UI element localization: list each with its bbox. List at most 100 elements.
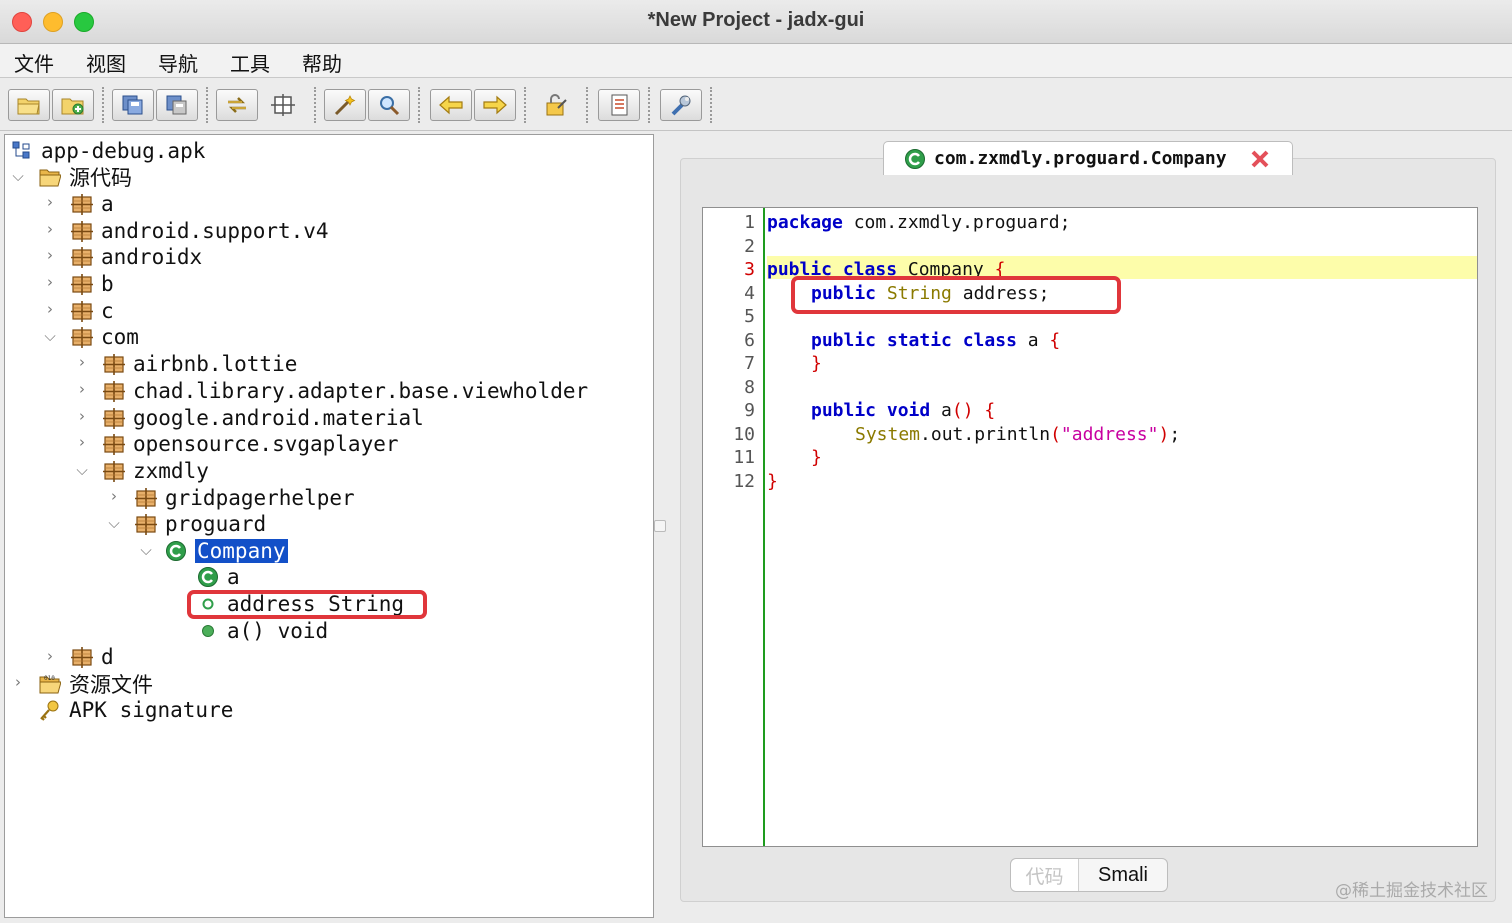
tree-label: 资源文件 — [69, 673, 153, 697]
menu-file[interactable]: 文件 — [14, 48, 54, 77]
package-icon — [71, 326, 93, 348]
tree-label: a() void — [227, 619, 329, 643]
tree-node-package[interactable]: gridpagerhelper — [135, 485, 355, 511]
tree-label: android.support.v4 — [101, 219, 329, 243]
save-all-button[interactable] — [112, 89, 154, 121]
chevron-down-icon[interactable]: ⌵ — [139, 541, 153, 559]
chevron-right-icon[interactable]: › — [75, 433, 89, 451]
code-token: ( — [1050, 424, 1061, 445]
tree-node-signature[interactable]: APK signature — [39, 697, 233, 723]
menu-help[interactable]: 帮助 — [302, 48, 342, 77]
back-button[interactable] — [430, 89, 472, 121]
tree-label: app-debug.apk — [41, 139, 206, 163]
menu-navigation[interactable]: 导航 — [158, 48, 198, 77]
tree-node-package[interactable]: chad.library.adapter.base.viewholder — [103, 378, 588, 404]
tree-node-method[interactable]: a() void — [197, 618, 328, 644]
tree-node-package[interactable]: android.support.v4 — [71, 218, 329, 244]
export-button[interactable] — [156, 89, 198, 121]
chevron-down-icon[interactable]: ⌵ — [11, 167, 25, 185]
chevron-right-icon[interactable]: › — [75, 407, 89, 425]
tree-node-package[interactable]: proguard — [135, 511, 266, 537]
code-token: ) — [1158, 424, 1170, 445]
menu-tools[interactable]: 工具 — [230, 48, 270, 77]
export-icon — [166, 95, 187, 115]
chevron-right-icon[interactable]: › — [43, 220, 57, 238]
tree-node-source[interactable]: 源代码 — [39, 164, 132, 190]
text-search-button[interactable] — [324, 89, 366, 121]
chevron-right-icon[interactable]: › — [75, 353, 89, 371]
class-search-button[interactable] — [368, 89, 410, 121]
tree-label: proguard — [165, 512, 267, 536]
deobfuscation-button[interactable] — [536, 89, 578, 121]
tree-node-resources[interactable]: 010 资源文件 — [39, 671, 153, 697]
tree-node-apk[interactable]: app-debug.apk — [11, 138, 205, 164]
tree-node-package[interactable]: com — [71, 324, 139, 350]
code-line-7: } — [767, 353, 822, 374]
line-number-gutter: 1 2 3 4 5 6 7 8 9 10 11 12 — [703, 208, 765, 846]
add-file-button[interactable] — [52, 89, 94, 121]
tree-node-package[interactable]: google.android.material — [103, 405, 424, 431]
chevron-right-icon[interactable]: › — [43, 300, 57, 318]
toolbar-separator — [586, 87, 588, 123]
menu-view[interactable]: 视图 — [86, 48, 126, 77]
package-icon — [135, 487, 157, 509]
toolbar-separator — [206, 87, 208, 123]
tree-node-package[interactable]: d — [71, 644, 114, 670]
tree-node-package[interactable]: b — [71, 271, 114, 297]
chevron-right-icon[interactable]: › — [11, 673, 25, 691]
forward-button[interactable] — [474, 89, 516, 121]
code-token: "address" — [1060, 424, 1159, 445]
code-line-9: public void a() { — [767, 400, 995, 421]
tree-label: APK signature — [69, 698, 234, 722]
code-token: a — [1016, 330, 1050, 351]
line-number: 7 — [744, 353, 755, 374]
package-icon — [71, 246, 93, 268]
chevron-down-icon[interactable]: ⌵ — [107, 514, 121, 532]
tree-node-package[interactable]: opensource.svgaplayer — [103, 431, 399, 457]
window-title: *New Project - jadx-gui — [647, 9, 865, 31]
tree-node-package[interactable]: a — [71, 191, 114, 217]
chevron-right-icon[interactable]: › — [43, 647, 57, 665]
flatten-packages-button[interactable] — [262, 89, 304, 121]
svg-text:010: 010 — [44, 675, 55, 682]
smali-view-button[interactable]: Smali — [1079, 859, 1167, 891]
chevron-right-icon[interactable]: › — [75, 380, 89, 398]
sync-button[interactable] — [216, 89, 258, 121]
chevron-right-icon[interactable]: › — [43, 246, 57, 264]
line-number-current: 3 — [744, 259, 755, 280]
key-icon — [40, 700, 59, 721]
tree-label: a — [227, 565, 240, 589]
tree-node-package[interactable]: c — [71, 298, 114, 324]
code-view-button[interactable]: 代码 — [1011, 859, 1079, 891]
project-tree[interactable]: app-debug.apk ⌵ 源代码 › a › android.suppor… — [4, 134, 654, 918]
close-tab-icon[interactable] — [1249, 148, 1271, 170]
package-icon — [103, 380, 125, 402]
package-icon — [103, 460, 125, 482]
log-icon — [611, 94, 628, 116]
code-editor[interactable]: 1 2 3 4 5 6 7 8 9 10 11 12 package com.z… — [702, 207, 1478, 847]
editor-tab[interactable]: com.zxmdly.proguard.Company — [883, 141, 1293, 175]
tree-label: gridpagerhelper — [165, 486, 355, 510]
toolbar-separator — [524, 87, 526, 123]
log-viewer-button[interactable] — [598, 89, 640, 121]
code-line-1: package com.zxmdly.proguard; — [767, 212, 1070, 233]
chevron-down-icon[interactable]: ⌵ — [75, 461, 89, 479]
chevron-right-icon[interactable]: › — [107, 487, 121, 505]
tree-node-package[interactable]: androidx — [71, 244, 202, 270]
chevron-down-icon[interactable]: ⌵ — [43, 327, 57, 345]
class-icon — [904, 147, 926, 170]
tree-node-class-selected[interactable]: Company — [165, 538, 288, 564]
code-token: } — [811, 447, 822, 468]
watermark: @稀土掘金技术社区 — [1335, 881, 1488, 901]
open-file-button[interactable] — [8, 89, 50, 121]
preferences-button[interactable] — [660, 89, 702, 121]
tree-node-class[interactable]: a — [197, 564, 240, 590]
tree-node-package[interactable]: zxmdly — [103, 458, 209, 484]
folder-open-icon — [39, 169, 61, 187]
highlight-box — [791, 276, 1121, 314]
splitter-handle[interactable] — [654, 520, 666, 532]
chevron-right-icon[interactable]: › — [43, 193, 57, 211]
chevron-right-icon[interactable]: › — [43, 273, 57, 291]
tree-node-package[interactable]: airbnb.lottie — [103, 351, 297, 377]
code-token: } — [811, 353, 822, 374]
